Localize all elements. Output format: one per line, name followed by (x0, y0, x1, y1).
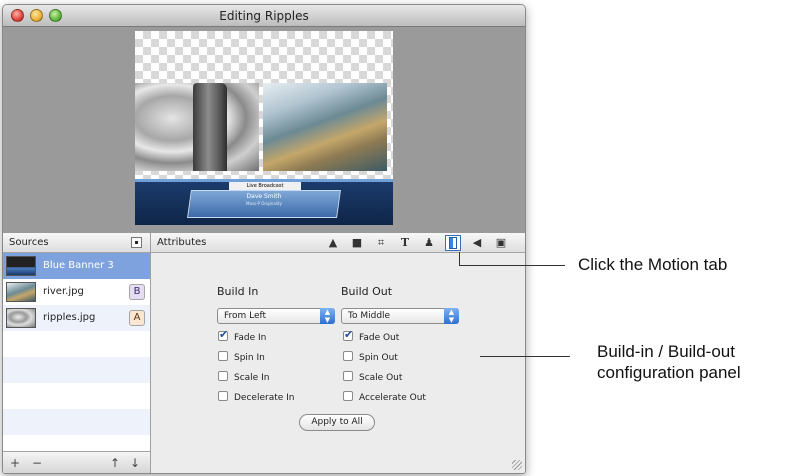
text-icon[interactable]: T (397, 235, 413, 251)
checkbox-checked[interactable] (218, 328, 228, 341)
list-item-label: Blue Banner 3 (43, 260, 114, 271)
move-up-button[interactable]: ↑ (107, 455, 123, 471)
empty-row (3, 409, 150, 435)
scale-in-checkbox[interactable]: Scale In (218, 371, 269, 383)
checkbox[interactable] (218, 351, 228, 361)
sources-view-icon[interactable]: ▪ (131, 237, 142, 248)
checkbox-label: Spin In (234, 353, 265, 363)
attributes-header: Attributes ▲ ■ ⌗ T ♟ ◀ ▣ (151, 233, 525, 253)
motion-tab[interactable] (445, 235, 461, 251)
panel-callout-leader (480, 356, 570, 357)
checkbox[interactable] (343, 371, 353, 381)
fade-out-checkbox[interactable]: Fade Out (343, 328, 400, 343)
build-in-title: Build In (217, 285, 259, 298)
flag-icon[interactable]: ■ (349, 235, 365, 251)
resize-grip-icon[interactable] (512, 460, 522, 470)
banner-name: Dave Smith (246, 193, 282, 200)
sources-footer: + − ↑ ↓ (3, 451, 150, 473)
add-source-button[interactable]: + (7, 455, 23, 471)
checkbox[interactable] (218, 391, 228, 401)
checkbox-checked[interactable] (343, 328, 353, 341)
lower-panel: Sources ▪ Blue Banner 3 river.jpg B ripp… (3, 233, 525, 473)
attributes-tabs: ▲ ■ ⌗ T ♟ ◀ ▣ (325, 235, 521, 251)
river-thumbnail (6, 282, 36, 302)
sources-header-label: Sources (9, 237, 49, 248)
sources-pane: Sources ▪ Blue Banner 3 river.jpg B ripp… (3, 233, 151, 473)
empty-row (3, 357, 150, 383)
window-title: Editing Ripples (219, 9, 309, 23)
sources-header: Sources ▪ (3, 233, 150, 253)
checkbox-label: Decelerate In (234, 393, 295, 403)
motion-icon (449, 237, 457, 249)
motion-callout-leader-vertical (459, 252, 460, 266)
list-item[interactable]: Blue Banner 3 (3, 253, 150, 279)
panel-callout-line1: Build-in / Build-out (597, 342, 735, 361)
river-image[interactable] (263, 83, 387, 171)
banner-thumbnail (6, 256, 36, 276)
list-item[interactable]: ripples.jpg A (3, 305, 150, 331)
build-in-select-value: From Left (224, 311, 267, 321)
attributes-pane: Attributes ▲ ■ ⌗ T ♟ ◀ ▣ Build In Build … (151, 233, 525, 473)
list-item-label: ripples.jpg (43, 312, 96, 323)
spin-out-checkbox[interactable]: Spin Out (343, 351, 398, 363)
ripples-thumbnail (6, 308, 36, 328)
crop-icon[interactable]: ⌗ (373, 235, 389, 251)
move-down-button[interactable]: ↓ (127, 455, 143, 471)
shapes-icon[interactable]: ▲ (325, 235, 341, 251)
lower-third-banner[interactable]: Live Broadcast Dave Smith Mass-P Origina… (135, 179, 393, 225)
list-item[interactable]: river.jpg B (3, 279, 150, 305)
checkbox[interactable] (218, 371, 228, 381)
audio-icon[interactable]: ◀ (469, 235, 485, 251)
apply-to-all-button[interactable]: Apply to All (299, 414, 375, 431)
checkbox-label: Fade In (234, 333, 267, 343)
sources-list: Blue Banner 3 river.jpg B ripples.jpg A (3, 253, 150, 451)
accelerate-out-checkbox[interactable]: Accelerate Out (343, 391, 426, 403)
fade-in-checkbox[interactable]: Fade In (218, 328, 267, 343)
person-icon[interactable]: ♟ (421, 235, 437, 251)
spin-in-checkbox[interactable]: Spin In (218, 351, 265, 363)
empty-row (3, 331, 150, 357)
empty-row (3, 383, 150, 409)
build-out-select[interactable]: To Middle ▲ ▼ (341, 308, 459, 324)
checkbox-label: Accelerate Out (359, 393, 426, 403)
motion-callout-leader (459, 265, 565, 266)
preview-canvas[interactable]: Live Broadcast Dave Smith Mass-P Origina… (135, 31, 393, 225)
build-out-title: Build Out (341, 285, 393, 298)
editor-window: Editing Ripples Live Broadcast Dave Smit… (2, 4, 526, 474)
rock-shape (193, 83, 227, 171)
chevron-updown-icon: ▲ ▼ (320, 308, 335, 324)
banner-tab-label: Live Broadcast (229, 182, 301, 190)
motion-callout-text: Click the Motion tab (578, 255, 728, 274)
banner-subtitle: Mass-P Originality (246, 201, 282, 206)
scale-out-checkbox[interactable]: Scale Out (343, 371, 402, 383)
layer-tag-badge: B (129, 284, 145, 300)
build-in-select[interactable]: From Left ▲ ▼ (217, 308, 335, 324)
layer-tag-badge: A (129, 310, 145, 326)
attributes-header-label: Attributes (157, 237, 207, 248)
list-item-label: river.jpg (43, 286, 84, 297)
chevron-updown-icon: ▲ ▼ (444, 308, 459, 324)
decelerate-in-checkbox[interactable]: Decelerate In (218, 391, 295, 403)
panel-callout-line2: configuration panel (597, 363, 741, 382)
checkbox-label: Scale Out (359, 373, 403, 383)
checkbox[interactable] (343, 391, 353, 401)
ripples-image[interactable] (135, 83, 259, 171)
remove-source-button[interactable]: − (29, 455, 45, 471)
checkbox-label: Fade Out (359, 333, 400, 343)
canvas-area: Live Broadcast Dave Smith Mass-P Origina… (3, 27, 525, 233)
title-bar: Editing Ripples (3, 5, 525, 27)
layout-icon[interactable]: ▣ (493, 235, 509, 251)
build-out-select-value: To Middle (348, 311, 391, 321)
checkbox-label: Spin Out (359, 353, 398, 363)
checkbox[interactable] (343, 351, 353, 361)
checkbox-label: Scale In (234, 373, 270, 383)
